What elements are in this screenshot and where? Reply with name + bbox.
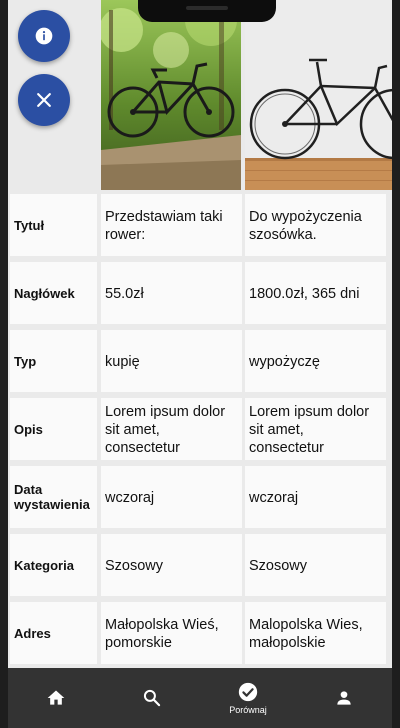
- nav-home[interactable]: [8, 668, 104, 728]
- row-label: Kategoria: [10, 534, 97, 596]
- nav-compare[interactable]: Porównaj: [200, 668, 296, 728]
- home-icon: [47, 690, 65, 705]
- listing-image-1[interactable]: [101, 0, 241, 190]
- row-naglowek: Nagłówek 55.0zł 1800.0zł, 365 dni: [10, 262, 392, 324]
- nav-search[interactable]: [104, 668, 200, 728]
- row-label: Nagłówek: [10, 262, 97, 324]
- row-value-1: Lorem ipsum dolor sit amet, consectetur: [101, 398, 242, 460]
- nav-profile[interactable]: [296, 668, 392, 728]
- row-value-2: 1800.0zł, 365 dni: [245, 262, 386, 324]
- row-value-1: Małopolska Wieś, pomorskie: [101, 602, 242, 664]
- row-value-2: wczoraj: [245, 466, 386, 528]
- row-value-1: Przedstawiam taki rower:: [101, 194, 242, 256]
- row-value-2: Szosowy: [245, 534, 386, 596]
- row-data-wystawienia: Data wystawienia wczoraj wczoraj: [10, 466, 392, 528]
- row-label: Data wystawienia: [10, 466, 97, 528]
- info-button[interactable]: [18, 10, 70, 62]
- row-value-2: Do wypożyczenia szosówka.: [245, 194, 386, 256]
- row-value-2: wypożyczę: [245, 330, 386, 392]
- close-button[interactable]: [18, 74, 70, 126]
- row-opis: Opis Lorem ipsum dolor sit amet, consect…: [10, 398, 392, 460]
- row-value-1: kupię: [101, 330, 242, 392]
- row-adres: Adres Małopolska Wieś, pomorskie Malopol…: [10, 602, 392, 664]
- person-icon: [337, 691, 351, 705]
- row-label: Opis: [10, 398, 97, 460]
- road-bike-photo: [245, 0, 392, 190]
- row-kategoria: Kategoria Szosowy Szosowy: [10, 534, 392, 596]
- row-label: Typ: [10, 330, 97, 392]
- row-value-2: Lorem ipsum dolor sit amet, consectetur: [245, 398, 386, 460]
- compare-screen: Tytuł Przedstawiam taki rower: Do wypoży…: [8, 0, 392, 728]
- row-value-2: Malopolska Wies, małopolskie: [245, 602, 386, 664]
- camera-notch: [138, 0, 276, 22]
- row-label: Adres: [10, 602, 97, 664]
- row-label: Tytuł: [10, 194, 97, 256]
- search-icon: [143, 689, 161, 707]
- row-typ: Typ kupię wypożyczę: [10, 330, 392, 392]
- close-icon: [37, 93, 51, 107]
- check-circle-icon: [238, 682, 258, 702]
- listing-image-2[interactable]: [245, 0, 392, 190]
- info-icon: [35, 27, 53, 45]
- row-value-1: wczoraj: [101, 466, 242, 528]
- bottom-navigation: Porównaj: [8, 668, 392, 728]
- row-value-1: Szosowy: [101, 534, 242, 596]
- bike-forest-photo: [101, 0, 241, 190]
- phone-frame: Tytuł Przedstawiam taki rower: Do wypoży…: [0, 0, 400, 728]
- nav-compare-label: Porównaj: [229, 705, 267, 715]
- row-tytul: Tytuł Przedstawiam taki rower: Do wypoży…: [10, 194, 392, 256]
- speaker: [186, 6, 228, 10]
- row-value-1: 55.0zł: [101, 262, 242, 324]
